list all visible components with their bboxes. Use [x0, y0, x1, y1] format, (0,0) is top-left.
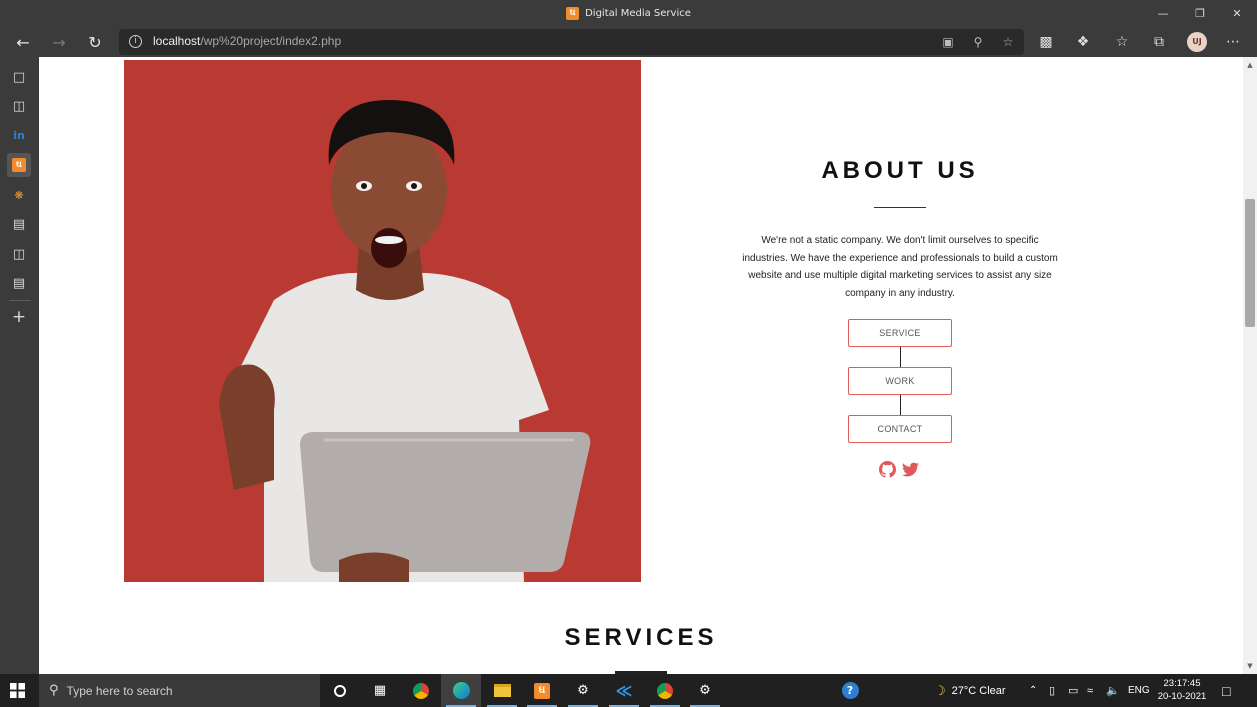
- vscode-icon[interactable]: ≪: [604, 674, 644, 707]
- language-indicator[interactable]: ENG: [1128, 674, 1150, 707]
- forward-icon[interactable]: →: [46, 30, 72, 54]
- notifications-icon[interactable]: □: [1222, 674, 1230, 707]
- services-heading: SERVICES: [564, 624, 718, 651]
- search-placeholder: Type here to search: [66, 683, 173, 698]
- profile-avatar[interactable]: UJ: [1187, 32, 1207, 52]
- favorites-icon[interactable]: ☆: [1110, 30, 1134, 54]
- taskbar-search[interactable]: ⚲ Type here to search: [39, 674, 320, 707]
- service-button[interactable]: SERVICE: [848, 319, 952, 347]
- minimize-button[interactable]: —: [1145, 0, 1181, 27]
- weather-text: 27°C Clear: [951, 684, 1006, 697]
- page-scrollbar[interactable]: ▲ ▼: [1243, 57, 1257, 674]
- connector-line: [900, 395, 901, 415]
- back-icon[interactable]: ←: [10, 30, 36, 54]
- info-icon[interactable]: i: [129, 35, 142, 48]
- help-icon[interactable]: ?: [830, 674, 870, 707]
- scroll-thumb[interactable]: [1245, 199, 1255, 327]
- tab-icon[interactable]: ▤: [7, 212, 31, 236]
- weather-widget[interactable]: ☽ 27°C Clear: [934, 674, 1006, 707]
- tab-icon[interactable]: ▤: [7, 271, 31, 295]
- excited-man-with-laptop-image: [124, 60, 641, 582]
- restore-button[interactable]: ❐: [1182, 0, 1218, 27]
- xampp-icon: ઘ: [566, 7, 580, 20]
- about-heading: ABOUT US: [821, 157, 979, 184]
- reader-view-icon[interactable]: ▣: [939, 33, 957, 51]
- heading-divider: [874, 207, 926, 208]
- window-title: ઘ Digital Media Service: [0, 0, 1257, 27]
- browser-toolbar: ← → ↻ i localhost/wp%20project/index2.ph…: [0, 27, 1257, 57]
- page-tab-icon[interactable]: ◫: [7, 242, 31, 266]
- refresh-icon[interactable]: ↻: [82, 30, 108, 54]
- twitter-icon[interactable]: [902, 461, 919, 478]
- usb-icon[interactable]: ▯: [1049, 674, 1055, 707]
- extensions-puzzle-icon[interactable]: ❖: [1071, 30, 1095, 54]
- collections-icon[interactable]: ⧉: [1147, 30, 1171, 54]
- github-icon[interactable]: [879, 461, 896, 478]
- linkedin-tab-icon[interactable]: in: [7, 123, 31, 147]
- close-button[interactable]: ✕: [1219, 0, 1255, 27]
- about-section: ABOUT US We're not a static company. We …: [739, 157, 1061, 302]
- page-content: ABOUT US We're not a static company. We …: [39, 57, 1243, 674]
- window-title-text: Digital Media Service: [585, 8, 691, 19]
- contact-button[interactable]: CONTACT: [848, 415, 952, 443]
- address-bar[interactable]: i localhost/wp%20project/index2.php ▣ ⚲ …: [119, 29, 1024, 55]
- task-view-icon[interactable]: ▦: [360, 674, 400, 707]
- file-explorer-icon[interactable]: [482, 674, 522, 707]
- zoom-icon[interactable]: ⚲: [969, 33, 987, 51]
- about-description: We're not a static company. We don't lim…: [742, 235, 1058, 299]
- edge-icon[interactable]: [441, 674, 481, 707]
- show-hidden-icons[interactable]: ⌃: [1029, 674, 1037, 707]
- new-tab-icon[interactable]: +: [7, 305, 31, 329]
- hero-photo: [124, 60, 641, 582]
- windows-start-icon[interactable]: [10, 683, 25, 698]
- chrome-icon[interactable]: [401, 674, 441, 707]
- work-button[interactable]: WORK: [848, 367, 952, 395]
- cortana-icon[interactable]: [320, 674, 360, 707]
- xampp-icon[interactable]: ઘ: [522, 674, 562, 707]
- connector-line: [900, 347, 901, 367]
- clock-time: 23:17:45: [1163, 678, 1201, 689]
- scroll-up-icon[interactable]: ▲: [1243, 59, 1257, 71]
- browser-sidebar: □ ◫ in ઘ ❋ ▤ ◫ ▤ +: [0, 57, 39, 674]
- url-text[interactable]: localhost/wp%20project/index2.php: [153, 34, 341, 48]
- volume-icon[interactable]: 🔈: [1106, 674, 1120, 707]
- window-title-bar: ઘ Digital Media Service — ❐ ✕: [0, 0, 1257, 27]
- moon-icon: ☽: [934, 682, 946, 698]
- more-menu-icon[interactable]: ⋯: [1221, 30, 1245, 54]
- favorite-star-icon[interactable]: ☆: [999, 33, 1017, 51]
- page-tab-icon[interactable]: ◫: [7, 94, 31, 118]
- wifi-icon[interactable]: ≈: [1087, 674, 1093, 707]
- battery-icon[interactable]: ▭: [1068, 674, 1078, 707]
- tab-actions-icon[interactable]: □: [7, 65, 31, 89]
- scroll-down-icon[interactable]: ▼: [1243, 660, 1257, 672]
- sidebar-divider: [9, 300, 31, 301]
- search-icon: ⚲: [49, 683, 59, 698]
- windows-taskbar: ⚲ Type here to search ▦ ઘ ⚙ ≪ ⚙ ? ☽ 27°C…: [0, 674, 1257, 707]
- tab-icon[interactable]: ❋: [7, 183, 31, 207]
- settings-gear-icon[interactable]: ⚙: [685, 674, 725, 707]
- clock-date: 20-10-2021: [1157, 691, 1207, 702]
- chrome-profile-icon[interactable]: [645, 674, 685, 707]
- settings-gear-icon[interactable]: ⚙: [563, 674, 603, 707]
- clock[interactable]: 23:17:45 20-10-2021: [1152, 677, 1212, 703]
- extension-icon[interactable]: ▩: [1034, 30, 1058, 54]
- xampp-tab-icon[interactable]: ઘ: [7, 153, 31, 177]
